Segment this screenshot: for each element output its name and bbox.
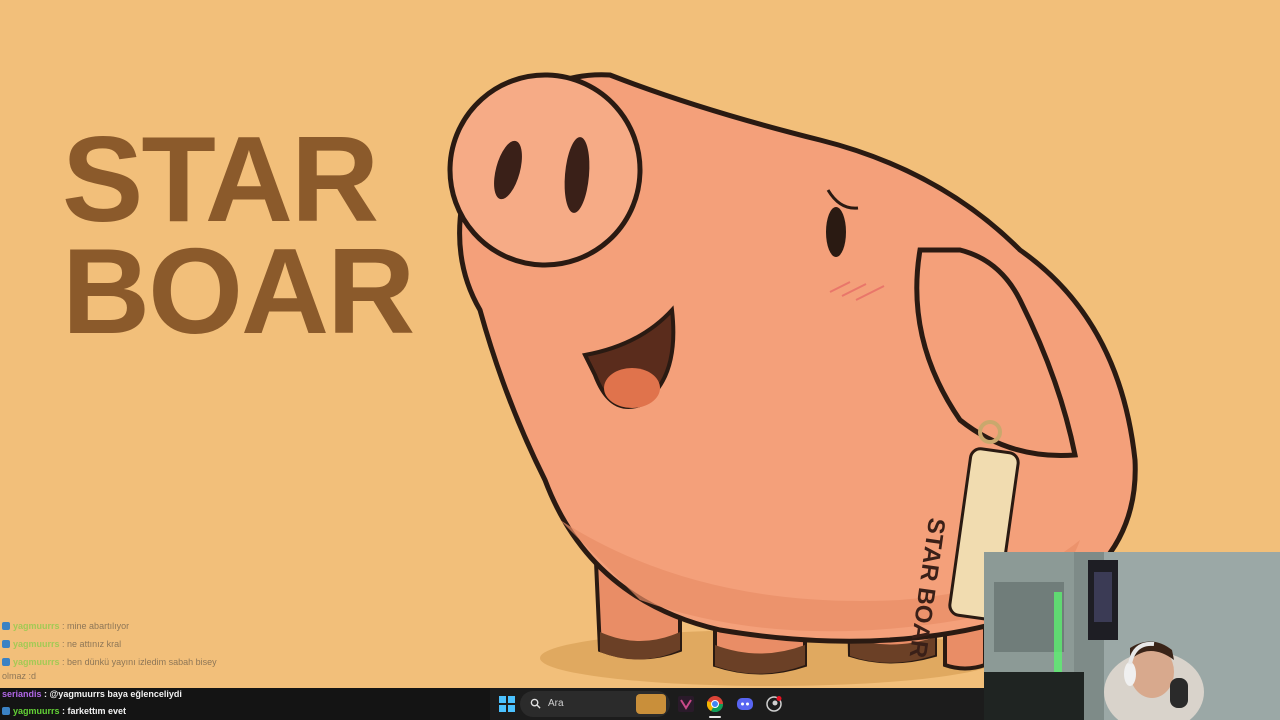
steam-icon[interactable] — [766, 696, 782, 712]
chat-username: yagmuurrs — [13, 639, 60, 649]
chat-overlay-recent: seriandis : @yagmuurrs baya eğlenceliydi… — [0, 688, 490, 720]
chat-text: ben dünkü yayını izledim sabah bisey — [67, 657, 217, 667]
overlay-title-boar: BOAR — [62, 223, 415, 359]
overlay-title-star: STAR — [62, 111, 379, 247]
chat-message: yagmuurrs : farkettım evet — [2, 705, 126, 717]
pig-eye — [826, 207, 846, 257]
chat-message: seriandis : @yagmuurrs baya eğlenceliydi — [2, 689, 182, 699]
chat-username: yagmuurrs — [13, 621, 60, 631]
chat-text: ne attınız kral — [67, 639, 122, 649]
chat-text: mine abartılıyor — [67, 621, 130, 631]
chat-badge-icon — [2, 622, 10, 630]
chat-badge-icon — [2, 658, 10, 666]
webcam-feed — [984, 552, 1280, 720]
chat-text: farkettım evet — [67, 706, 127, 716]
chat-message: yagmuurrs : mine abartılıyor — [2, 620, 129, 632]
active-app-indicator — [709, 716, 721, 718]
visual-studio-icon[interactable] — [678, 696, 694, 712]
chat-text: olmaz :d — [2, 671, 37, 681]
widget-icon[interactable] — [636, 694, 666, 714]
chat-username: yagmuurrs — [13, 657, 60, 667]
search-icon — [530, 698, 541, 709]
chat-badge-icon — [2, 707, 10, 715]
chat-badge-icon — [2, 640, 10, 648]
chat-text: @yagmuurrs baya eğlenceliydi — [49, 689, 182, 699]
chat-message: yagmuurrs : ne attınız kral — [2, 638, 121, 650]
chat-message-continuation: olmaz :d — [2, 670, 36, 682]
windows-start-icon[interactable] — [499, 696, 515, 712]
taskbar-search-placeholder: Ara — [548, 698, 564, 709]
chat-username: seriandis — [2, 689, 42, 699]
discord-icon[interactable] — [737, 696, 753, 712]
chat-message: yagmuurrs : ben dünkü yayını izledim sab… — [2, 656, 217, 668]
chat-username: yagmuurrs — [13, 706, 60, 716]
chrome-icon[interactable] — [707, 696, 723, 712]
